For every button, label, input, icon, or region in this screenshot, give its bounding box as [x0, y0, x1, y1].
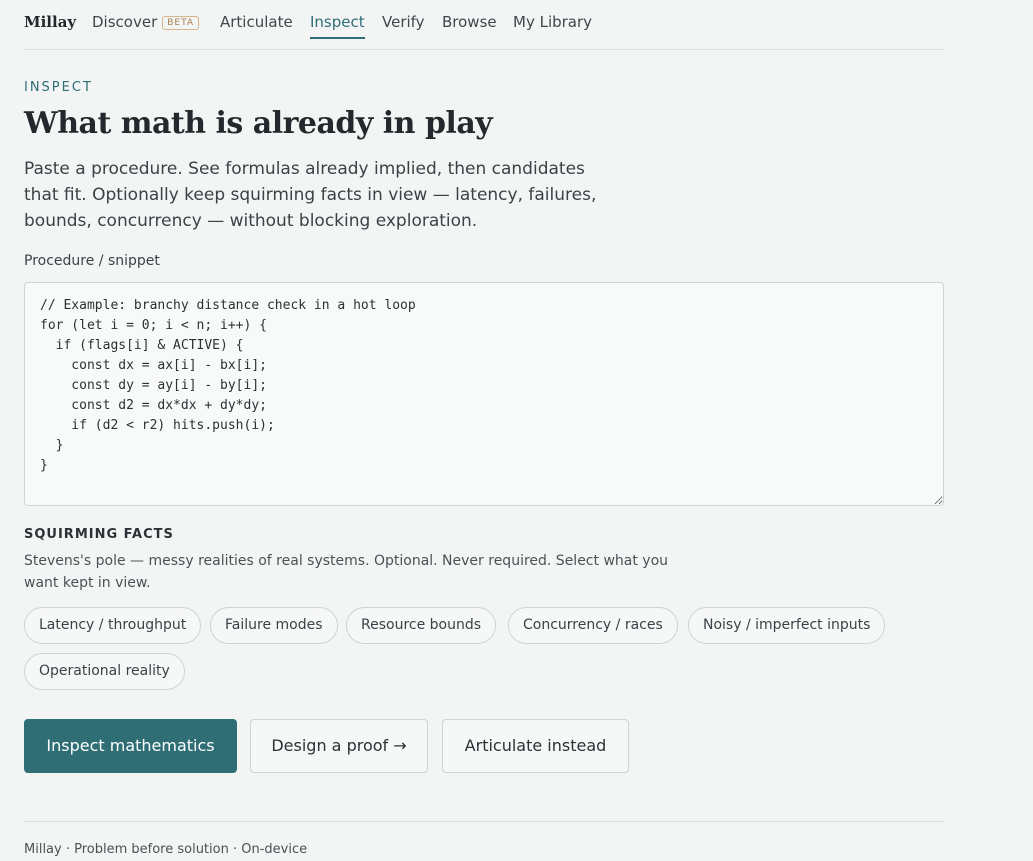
page: Millay Discover BETA Articulate Inspect V… — [24, 0, 944, 857]
nav-verify[interactable]: Verify — [382, 13, 425, 31]
articulate-instead-button[interactable]: Articulate instead — [442, 719, 629, 773]
footer: Millay · Problem before solution · On-de… — [24, 821, 944, 857]
chip-failure-modes[interactable]: Failure modes — [210, 607, 338, 644]
beta-badge: BETA — [162, 16, 200, 30]
squirming-facts-title: SQUIRMING FACTS — [24, 527, 174, 542]
top-nav: Millay Discover BETA Articulate Inspect V… — [24, 0, 944, 50]
nav-articulate[interactable]: Articulate — [220, 13, 293, 31]
chip-operational-reality[interactable]: Operational reality — [24, 653, 185, 690]
design-proof-button[interactable]: Design a proof → — [250, 719, 428, 773]
chip-latency-throughput[interactable]: Latency / throughput — [24, 607, 202, 644]
procedure-editor[interactable]: // Example: branchy distance check in a … — [24, 282, 944, 506]
chip-noisy-inputs[interactable]: Noisy / imperfect inputs — [688, 607, 886, 644]
nav-browse[interactable]: Browse — [442, 13, 497, 31]
brand-logo[interactable]: Millay — [24, 13, 76, 31]
nav-inspect[interactable]: Inspect — [310, 13, 365, 39]
nav-discover[interactable]: Discover BETA — [92, 13, 200, 31]
squirming-facts-description: Stevens's pole — messy realities of real… — [24, 553, 669, 591]
chip-resource-bounds[interactable]: Resource bounds — [346, 607, 497, 644]
nav-my-library[interactable]: My Library — [513, 13, 592, 31]
nav-discover-label: Discover — [92, 13, 158, 31]
inspect-mathematics-button[interactable]: Inspect mathematics — [24, 719, 237, 773]
editor-label: Procedure / snippet — [24, 253, 160, 269]
page-lede: Paste a procedure. See formulas already … — [24, 159, 597, 231]
page-eyebrow: INSPECT — [24, 80, 93, 95]
page-title: What math is already in play — [24, 106, 493, 141]
chip-concurrency-races[interactable]: Concurrency / races — [508, 607, 678, 644]
